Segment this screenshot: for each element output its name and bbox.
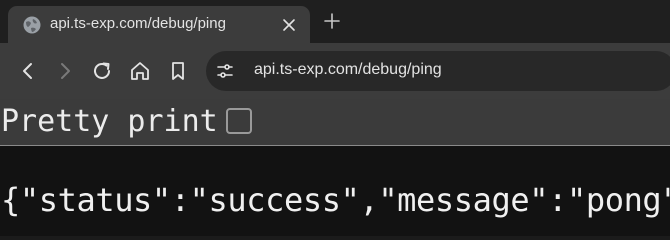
- pretty-print-bar: Pretty print: [0, 99, 670, 146]
- forward-icon[interactable]: [52, 58, 78, 84]
- page-content: {"status":"success","message":"pong"}: [0, 146, 670, 236]
- site-info-icon[interactable]: [216, 62, 234, 80]
- bookmark-icon[interactable]: [165, 58, 191, 84]
- toolbar: api.ts-exp.com/debug/ping: [0, 43, 670, 99]
- pretty-print-label: Pretty print: [1, 104, 218, 139]
- close-icon[interactable]: [281, 17, 297, 33]
- tab-title: api.ts-exp.com/debug/ping: [50, 15, 226, 32]
- plus-icon[interactable]: [322, 11, 342, 31]
- url-text[interactable]: api.ts-exp.com/debug/ping: [254, 61, 442, 79]
- address-bar[interactable]: api.ts-exp.com/debug/ping: [206, 51, 670, 91]
- json-response: {"status":"success","message":"pong"}: [1, 181, 670, 219]
- tab-strip: api.ts-exp.com/debug/ping: [0, 0, 670, 43]
- reload-icon[interactable]: [89, 58, 115, 84]
- home-icon[interactable]: [127, 58, 153, 84]
- back-icon[interactable]: [15, 58, 41, 84]
- globe-icon: [22, 15, 42, 35]
- pretty-print-checkbox[interactable]: [226, 108, 252, 134]
- active-tab[interactable]: api.ts-exp.com/debug/ping: [8, 6, 310, 43]
